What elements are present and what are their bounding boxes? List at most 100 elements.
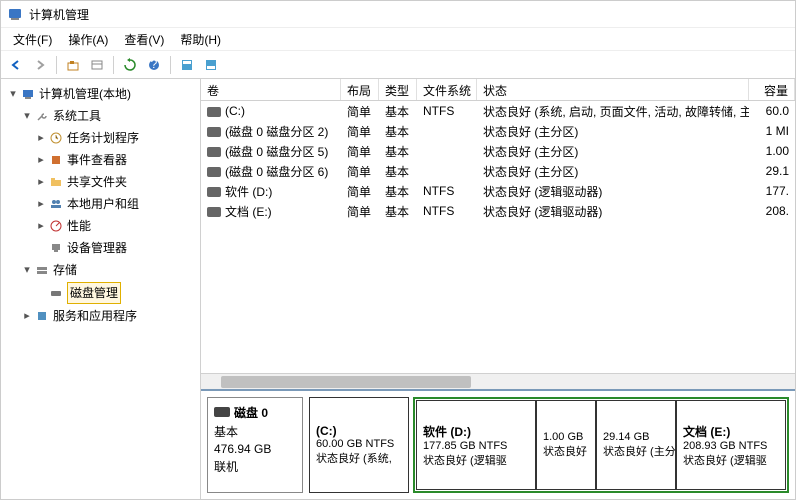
services-icon bbox=[34, 308, 50, 324]
cell-capacity: 1 MI bbox=[749, 122, 795, 140]
partition-small1[interactable]: 1.00 GB 状态良好 bbox=[536, 400, 596, 490]
partition-d[interactable]: 软件 (D:) 177.85 GB NTFS 状态良好 (逻辑驱 bbox=[416, 400, 536, 490]
tree-label: 任务计划程序 bbox=[67, 128, 139, 148]
cell-volume: 软件 (D:) bbox=[201, 181, 341, 202]
partition-status: 状态良好 (主分 bbox=[603, 443, 669, 459]
up-button[interactable] bbox=[62, 54, 84, 76]
refresh-button[interactable] bbox=[119, 54, 141, 76]
tree-services-apps[interactable]: ▸ 服务和应用程序 bbox=[19, 305, 198, 327]
partition-status: 状态良好 (逻辑驱 bbox=[683, 452, 779, 468]
cell-layout: 简单 bbox=[341, 101, 379, 122]
col-filesystem[interactable]: 文件系统 bbox=[417, 79, 477, 100]
app-icon bbox=[7, 6, 23, 22]
toolbar: ? bbox=[1, 51, 795, 79]
table-row[interactable]: 软件 (D:)简单基本NTFS状态良好 (逻辑驱动器)177. bbox=[201, 181, 795, 201]
view-list-button[interactable] bbox=[176, 54, 198, 76]
tree-performance[interactable]: ▸ 性能 bbox=[33, 215, 198, 237]
scrollbar-thumb[interactable] bbox=[221, 376, 471, 388]
folder-icon bbox=[48, 174, 64, 190]
partition-e[interactable]: 文档 (E:) 208.93 GB NTFS 状态良好 (逻辑驱 bbox=[676, 400, 786, 490]
nav-fwd-button[interactable] bbox=[29, 54, 51, 76]
tree-local-users[interactable]: ▸本地用户和组 bbox=[33, 193, 198, 215]
table-row[interactable]: (磁盘 0 磁盘分区 6)简单基本状态良好 (主分区)29.1 bbox=[201, 161, 795, 181]
tree-shared-folders[interactable]: ▸ 共享文件夹 bbox=[33, 171, 198, 193]
disk-type: 基本 bbox=[214, 423, 296, 440]
toggle-icon: ▾ bbox=[7, 84, 19, 104]
partition-strip: (C:) 60.00 GB NTFS 状态良好 (系统, 软件 (D:) 177… bbox=[309, 397, 789, 493]
col-status[interactable]: 状态 bbox=[477, 79, 749, 100]
cell-status: 状态良好 (逻辑驱动器) bbox=[477, 181, 749, 202]
drive-icon bbox=[207, 167, 221, 177]
cell-fs: NTFS bbox=[417, 182, 477, 200]
title-bar: 计算机管理 bbox=[1, 1, 795, 27]
partition-c[interactable]: (C:) 60.00 GB NTFS 状态良好 (系统, bbox=[309, 397, 409, 493]
cell-volume: (磁盘 0 磁盘分区 2) bbox=[201, 121, 341, 142]
tree-system-tools[interactable]: ▾ 系统工具 bbox=[19, 105, 198, 127]
drive-icon bbox=[207, 107, 221, 117]
cell-status: 状态良好 (逻辑驱动器) bbox=[477, 201, 749, 222]
help-button[interactable]: ? bbox=[143, 54, 165, 76]
cell-status: 状态良好 (系统, 启动, 页面文件, 活动, 故障转储, 主分区) bbox=[477, 101, 749, 122]
tree-pane: ▾ 计算机管理(本地) ▾ 系统工具 ▸任务计划程序 bbox=[1, 79, 201, 499]
partition-small2[interactable]: 29.14 GB 状态良好 (主分 bbox=[596, 400, 676, 490]
tree-task-scheduler[interactable]: ▸任务计划程序 bbox=[33, 127, 198, 149]
extended-partition-group: 软件 (D:) 177.85 GB NTFS 状态良好 (逻辑驱 1.00 GB… bbox=[413, 397, 789, 493]
tree-storage[interactable]: ▾ 存储 bbox=[19, 259, 198, 281]
cell-fs bbox=[417, 129, 477, 133]
tree-event-viewer[interactable]: ▸事件查看器 bbox=[33, 149, 198, 171]
device-icon bbox=[48, 240, 64, 256]
col-type[interactable]: 类型 bbox=[379, 79, 417, 100]
cell-type: 基本 bbox=[379, 101, 417, 122]
disk-name: 磁盘 0 bbox=[234, 406, 268, 420]
disk-layout-panel: 磁盘 0 基本 476.94 GB 联机 (C:) 60.00 GB NTFS … bbox=[201, 389, 795, 499]
cell-fs: NTFS bbox=[417, 102, 477, 120]
horizontal-scrollbar[interactable] bbox=[201, 373, 795, 389]
tree-device-manager[interactable]: 设备管理器 bbox=[33, 237, 198, 259]
tree-label: 共享文件夹 bbox=[67, 172, 127, 192]
tools-icon bbox=[34, 108, 50, 124]
menu-action[interactable]: 操作(A) bbox=[60, 27, 116, 52]
toggle-icon: ▸ bbox=[35, 194, 47, 214]
menu-view[interactable]: 查看(V) bbox=[116, 27, 172, 52]
tree-disk-management[interactable]: 磁盘管理 bbox=[33, 281, 198, 305]
col-volume[interactable]: 卷 bbox=[201, 79, 341, 100]
col-capacity[interactable]: 容量 bbox=[749, 79, 795, 100]
col-layout[interactable]: 布局 bbox=[341, 79, 379, 100]
view-bottom-button[interactable] bbox=[200, 54, 222, 76]
toggle-icon: ▸ bbox=[35, 172, 47, 192]
cell-volume: (磁盘 0 磁盘分区 5) bbox=[201, 141, 341, 162]
nav-back-button[interactable] bbox=[5, 54, 27, 76]
drive-icon bbox=[207, 187, 221, 197]
tree-label: 性能 bbox=[67, 216, 91, 236]
partition-status: 状态良好 bbox=[543, 443, 589, 459]
menu-file[interactable]: 文件(F) bbox=[5, 27, 60, 52]
cell-layout: 简单 bbox=[341, 121, 379, 142]
table-row[interactable]: (C:)简单基本NTFS状态良好 (系统, 启动, 页面文件, 活动, 故障转储… bbox=[201, 101, 795, 121]
drive-icon bbox=[207, 147, 221, 157]
disk-info-box[interactable]: 磁盘 0 基本 476.94 GB 联机 bbox=[207, 397, 303, 493]
details-button[interactable] bbox=[86, 54, 108, 76]
tree-root[interactable]: ▾ 计算机管理(本地) bbox=[5, 83, 198, 105]
toggle-icon: ▸ bbox=[21, 306, 33, 326]
drive-icon bbox=[207, 127, 221, 137]
cell-type: 基本 bbox=[379, 161, 417, 182]
cell-layout: 简单 bbox=[341, 161, 379, 182]
toggle-icon: ▸ bbox=[35, 216, 47, 236]
table-row[interactable]: 文档 (E:)简单基本NTFS状态良好 (逻辑驱动器)208. bbox=[201, 201, 795, 221]
storage-icon bbox=[34, 262, 50, 278]
menu-help[interactable]: 帮助(H) bbox=[172, 27, 229, 52]
cell-type: 基本 bbox=[379, 141, 417, 162]
cell-fs: NTFS bbox=[417, 202, 477, 220]
users-icon bbox=[48, 196, 64, 212]
table-row[interactable]: (磁盘 0 磁盘分区 2)简单基本状态良好 (主分区)1 MI bbox=[201, 121, 795, 141]
toggle-icon: ▸ bbox=[35, 150, 47, 170]
partition-name: (C:) bbox=[316, 424, 402, 438]
disk-icon bbox=[48, 285, 64, 301]
cell-layout: 简单 bbox=[341, 181, 379, 202]
cell-capacity: 29.1 bbox=[749, 162, 795, 180]
partition-status: 状态良好 (逻辑驱 bbox=[423, 452, 529, 468]
partition-size: 177.85 GB NTFS bbox=[423, 440, 529, 452]
table-row[interactable]: (磁盘 0 磁盘分区 5)简单基本状态良好 (主分区)1.00 bbox=[201, 141, 795, 161]
cell-capacity: 177. bbox=[749, 182, 795, 200]
toolbar-separator bbox=[56, 56, 57, 74]
